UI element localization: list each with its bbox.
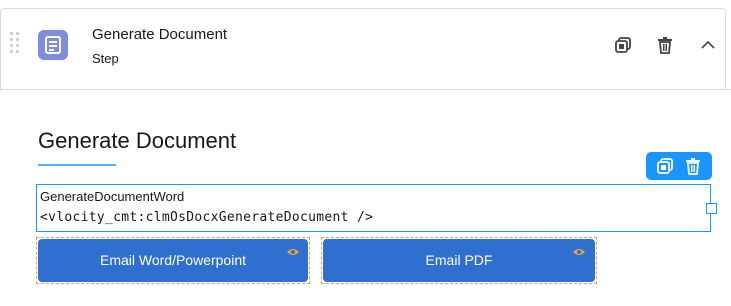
step-card: Generate Document Step Generate Document: [0, 0, 731, 306]
clone-icon: [657, 158, 673, 174]
chevron-up-icon: [701, 40, 715, 49]
resize-handle[interactable]: [706, 203, 717, 214]
title-underline: [38, 164, 116, 166]
clone-icon: [615, 37, 631, 53]
trash-icon: [686, 158, 700, 175]
email-pdf-button[interactable]: Email PDF: [323, 239, 595, 282]
collapse-button[interactable]: [699, 36, 717, 54]
drag-handle-icon[interactable]: [10, 32, 20, 54]
document-icon: [38, 30, 68, 60]
email-word-button[interactable]: Email Word/Powerpoint: [38, 239, 308, 282]
email-pdf-label: Email PDF: [425, 252, 493, 268]
element-toolbar: [646, 152, 712, 180]
text-block-name: GenerateDocumentWord: [40, 189, 185, 204]
email-word-label: Email Word/Powerpoint: [99, 252, 247, 268]
text-block-markup: <vlocity_cmt:clmOsDocxGenerateDocument /…: [40, 210, 374, 225]
step-subtitle: Step: [92, 51, 119, 66]
trash-icon: [658, 37, 672, 54]
header-divider: [0, 89, 731, 90]
eye-icon[interactable]: [572, 247, 586, 257]
delete-button[interactable]: [656, 36, 674, 54]
step-title: Generate Document: [92, 26, 228, 43]
text-block-element[interactable]: GenerateDocumentWord <vlocity_cmt:clmOsD…: [36, 184, 711, 232]
section-title: Generate Document: [38, 128, 237, 153]
clone-button[interactable]: [614, 36, 632, 54]
delete-element-button[interactable]: [684, 157, 702, 175]
eye-icon[interactable]: [286, 247, 300, 257]
clone-element-button[interactable]: [656, 157, 674, 175]
